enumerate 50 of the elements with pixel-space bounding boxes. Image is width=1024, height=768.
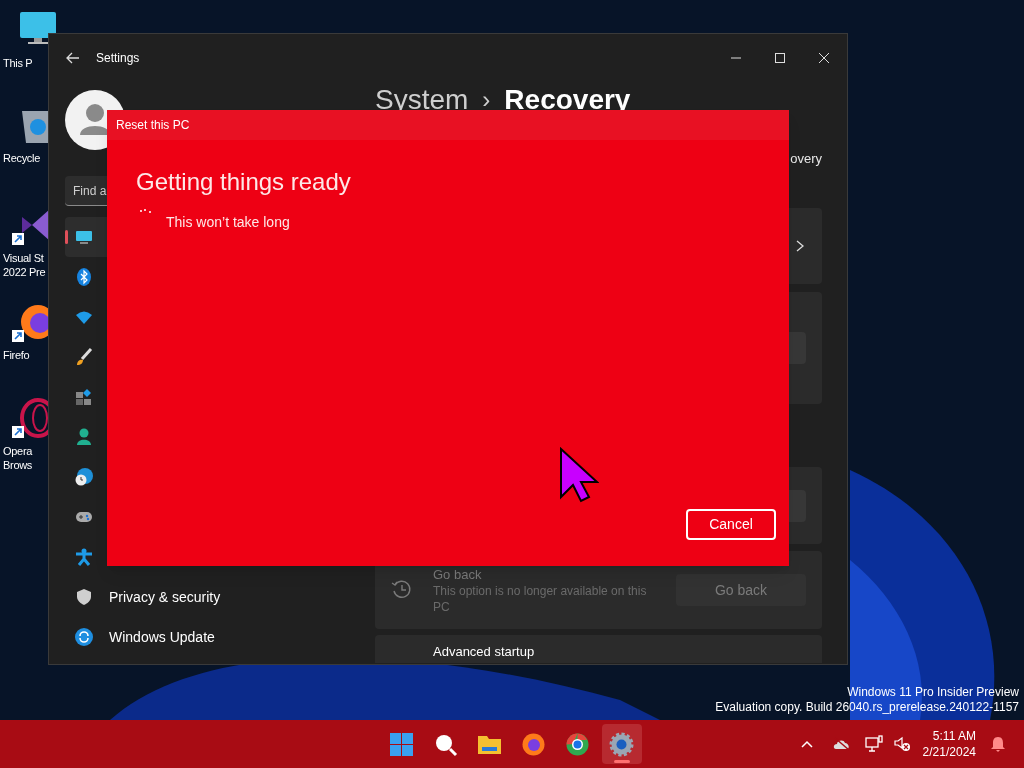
dialog-title: Reset this PC [116,117,190,134]
close-icon[interactable] [819,53,829,63]
paintbrush-icon [75,348,93,366]
mouse-pointer-icon [559,447,599,503]
card-description: This option is no longer available on this PC [433,582,648,615]
shield-icon [75,588,93,606]
person-icon [75,428,93,446]
intro-text: overy [790,150,822,169]
bell-icon[interactable] [990,736,1006,752]
page-title: Recovery [504,83,631,117]
fox-browser-icon [521,731,546,757]
speaker-muted-icon[interactable] [892,736,911,752]
desktop-icon-label: Firefo [3,348,30,362]
globe-clock-icon [75,468,93,486]
cancel-button[interactable]: Cancel [686,509,776,540]
ring-browser-icon[interactable] [18,398,48,438]
desktop-icon-label: Visual St [3,251,44,265]
round-browser-icon [565,731,590,757]
back-arrow-icon[interactable] [66,52,80,64]
status-text: This won’t take long [166,213,290,232]
start-icon [389,731,414,757]
nav-item[interactable]: Windows Update [65,617,355,657]
card-title: Advanced startup [433,644,535,659]
card-title: Go back [433,565,483,583]
history-icon [391,579,413,601]
taskbar-app[interactable] [601,724,642,764]
active-indicator [613,760,630,763]
chevron-right-icon [796,240,804,252]
desktop-icon-label: This P [3,56,33,70]
accessibility-icon [75,548,93,566]
chevron-up-icon[interactable] [800,740,813,748]
desktop-icon-label: Opera [3,444,33,458]
window-title: Settings [96,50,140,67]
update-icon [75,628,93,646]
watermark-text: Evaluation copy. Build 26040.rs_prerelease.240122-1157 [715,700,1019,715]
desktop-icon-label: Brows [3,458,33,472]
selection-indicator [65,230,68,244]
clock[interactable]: 5:11 AM 2/21/2024 [922,728,976,760]
dialog-heading: Getting things ready [136,167,352,197]
gear-icon [609,731,634,757]
desktop-icon-label: Recycle [3,151,41,165]
apps-icon [75,388,93,406]
desktop-icon-label: 2022 Pre [3,265,46,279]
network-icon[interactable] [864,735,883,753]
maximize-icon[interactable] [775,53,785,63]
breadcrumb-separator: › [482,85,491,115]
cloud-off-icon[interactable] [832,737,851,751]
bluetooth-icon [75,268,93,286]
monitor-icon [75,228,93,246]
nav-item[interactable]: Privacy & security [65,577,355,617]
